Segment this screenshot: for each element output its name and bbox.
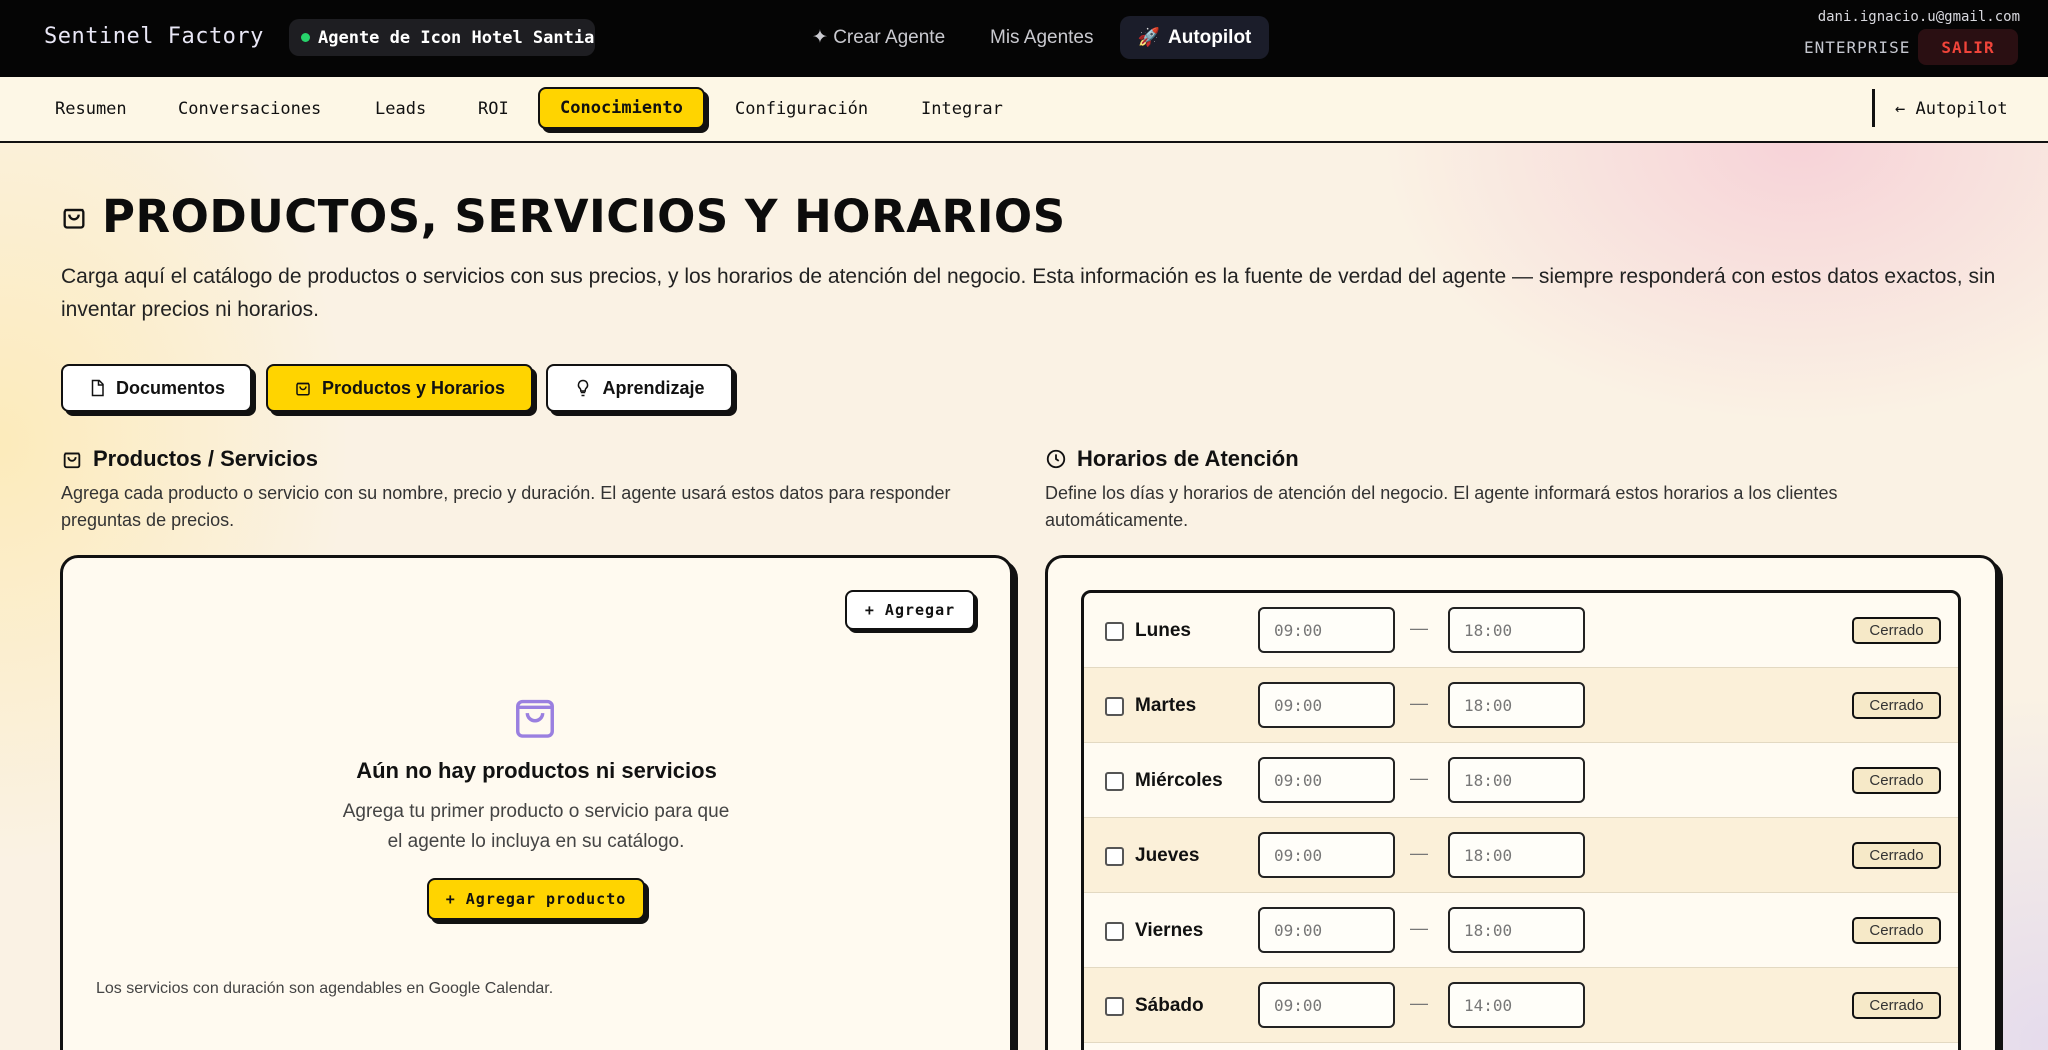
plan-badge: ENTERPRISE <box>1804 38 1911 57</box>
open-time-input[interactable]: 09:00 <box>1258 907 1395 953</box>
closed-toggle[interactable]: Cerrado <box>1852 617 1941 644</box>
tab-integrar[interactable]: Integrar <box>921 77 1003 141</box>
agent-selector[interactable]: Agente de Icon Hotel Santiago <box>289 19 595 56</box>
schedule-row-martes: Martes 09:00 — 18:00 Cerrado <box>1084 668 1958 743</box>
tab-leads[interactable]: Leads <box>375 77 426 141</box>
products-description: Agrega cada producto o servicio con su n… <box>61 483 951 530</box>
nav-crear-agente[interactable]: ✦ Crear Agente <box>812 16 945 59</box>
close-time-input[interactable]: 14:00 <box>1448 982 1585 1028</box>
schedule-row-sabado: Sábado 09:00 — 14:00 Cerrado <box>1084 968 1958 1043</box>
day-checkbox[interactable] <box>1105 622 1124 641</box>
tab-conocimiento[interactable]: Conocimiento <box>538 87 705 129</box>
agent-name: Agente de Icon Hotel Santiago <box>318 27 595 48</box>
day-checkbox[interactable] <box>1105 772 1124 791</box>
time-separator: — <box>1410 993 1428 1013</box>
day-checkbox[interactable] <box>1105 847 1124 866</box>
day-label: Lunes <box>1135 620 1191 641</box>
open-time-input[interactable]: 09:00 <box>1258 982 1395 1028</box>
close-time-input[interactable]: 18:00 <box>1448 832 1585 878</box>
calendar-note: Los servicios con duración son agendable… <box>96 980 554 997</box>
schedule-row-jueves: Jueves 09:00 — 18:00 Cerrado <box>1084 818 1958 893</box>
section-tabs: Resumen Conversaciones Leads ROI Conocim… <box>0 77 2048 143</box>
shopping-bag-icon <box>296 382 310 396</box>
tab-configuracion[interactable]: Configuración <box>735 77 868 141</box>
rocket-icon: 🚀 <box>1137 27 1161 47</box>
clock-icon <box>1046 449 1066 469</box>
hours-title: Horarios de Atención <box>1077 446 1299 471</box>
day-label: Miércoles <box>1135 770 1223 791</box>
close-time-input[interactable]: 18:00 <box>1448 757 1585 803</box>
add-button[interactable]: + Agregar <box>845 590 975 630</box>
add-product-button[interactable]: + Agregar producto <box>427 878 645 920</box>
lightbulb-icon <box>578 379 589 397</box>
page-title: PRODUCTOS, SERVICIOS Y HORARIOS <box>102 190 1066 243</box>
tab-aprendizaje[interactable]: Aprendizaje <box>546 364 733 412</box>
shopping-bag-icon <box>63 452 81 469</box>
day-label: Viernes <box>1135 920 1204 941</box>
time-separator: — <box>1410 693 1428 713</box>
nav-autopilot[interactable]: 🚀 Autopilot <box>1120 16 1269 59</box>
tab-resumen[interactable]: Resumen <box>55 77 127 141</box>
empty-bag-icon <box>516 699 554 738</box>
tab-conversaciones[interactable]: Conversaciones <box>178 77 321 141</box>
back-to-autopilot-link[interactable]: ← Autopilot <box>1895 77 2008 141</box>
time-separator: — <box>1410 843 1428 863</box>
top-bar: Sentinel Factory Agente de Icon Hotel Sa… <box>0 0 2048 77</box>
schedule-row-lunes: Lunes 09:00 — 18:00 Cerrado <box>1084 593 1958 668</box>
open-time-input[interactable]: 09:00 <box>1258 607 1395 653</box>
schedule-row-viernes: Viernes 09:00 — 18:00 Cerrado <box>1084 893 1958 968</box>
closed-toggle[interactable]: Cerrado <box>1852 842 1941 869</box>
close-time-input[interactable]: 18:00 <box>1448 607 1585 653</box>
hours-header: Horarios de Atención <box>1045 446 1299 472</box>
time-separator: — <box>1410 768 1428 788</box>
tab-documentos[interactable]: Documentos <box>61 364 252 412</box>
closed-toggle[interactable]: Cerrado <box>1852 767 1941 794</box>
nav-autopilot-label: Autopilot <box>1168 26 1252 48</box>
open-time-input[interactable]: 09:00 <box>1258 682 1395 728</box>
user-email: dani.ignacio.u@gmail.com <box>1817 9 2020 25</box>
tab-productos-label: Productos y Horarios <box>321 377 506 398</box>
open-time-input[interactable]: 09:00 <box>1258 757 1395 803</box>
day-label: Martes <box>1135 695 1197 716</box>
products-header: Productos / Servicios <box>61 446 318 472</box>
tab-productos-horarios[interactable]: Productos y Horarios <box>266 364 533 412</box>
status-dot-icon <box>301 33 310 42</box>
closed-toggle[interactable]: Cerrado <box>1852 917 1941 944</box>
day-checkbox[interactable] <box>1105 697 1124 716</box>
app-brand[interactable]: Sentinel Factory <box>44 24 264 49</box>
day-checkbox[interactable] <box>1105 997 1124 1016</box>
tab-documentos-label: Documentos <box>115 377 225 398</box>
closed-toggle[interactable]: Cerrado <box>1852 992 1941 1019</box>
page-description: Carga aquí el catálogo de productos o se… <box>61 265 1996 321</box>
day-label: Sábado <box>1135 995 1204 1016</box>
logout-button[interactable]: SALIR <box>1918 29 2018 65</box>
day-checkbox[interactable] <box>1105 922 1124 941</box>
products-title: Productos / Servicios <box>93 446 318 471</box>
open-time-input[interactable]: 09:00 <box>1258 832 1395 878</box>
subnav-divider <box>1872 89 1875 127</box>
hours-description: Define los días y horarios de atención d… <box>1045 483 1838 530</box>
empty-state-subtitle: Agrega tu primer producto o servicio par… <box>342 801 730 852</box>
close-time-input[interactable]: 18:00 <box>1448 907 1585 953</box>
time-separator: — <box>1410 618 1428 638</box>
time-separator: — <box>1410 918 1428 938</box>
document-icon <box>91 379 104 397</box>
day-label: Jueves <box>1135 845 1200 866</box>
schedule-row-miercoles: Miércoles 09:00 — 18:00 Cerrado <box>1084 743 1958 818</box>
close-time-input[interactable]: 18:00 <box>1448 682 1585 728</box>
shopping-bag-icon <box>63 208 85 229</box>
empty-state-title: Aún no hay productos ni servicios <box>356 758 717 783</box>
nav-mis-agentes[interactable]: Mis Agentes <box>990 16 1094 59</box>
closed-toggle[interactable]: Cerrado <box>1852 692 1941 719</box>
tab-aprendizaje-label: Aprendizaje <box>602 377 705 398</box>
page-header: PRODUCTOS, SERVICIOS Y HORARIOS <box>60 190 1066 243</box>
tab-roi[interactable]: ROI <box>478 77 509 141</box>
schedule-table: Lunes 09:00 — 18:00 Cerrado Martes 09:00… <box>1081 590 1961 1050</box>
